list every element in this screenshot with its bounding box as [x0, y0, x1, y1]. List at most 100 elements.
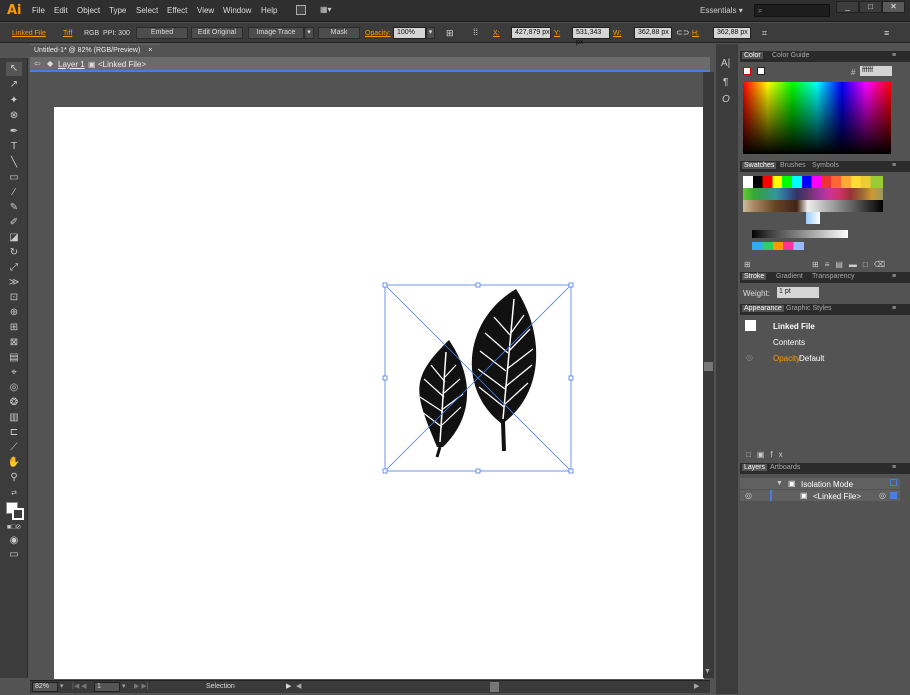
h-label[interactable]: H: — [692, 30, 699, 37]
color-panel-menu-icon[interactable]: ≡ — [892, 52, 896, 59]
line-tool-icon[interactable]: ╲ — [6, 156, 22, 170]
free-transform-tool-icon[interactable]: ⊡ — [6, 291, 22, 305]
stroke-panel-menu-icon[interactable]: ≡ — [892, 273, 896, 280]
menu-effect[interactable]: Effect — [167, 6, 187, 15]
artboard-dropdown-icon[interactable]: ▾ — [122, 682, 126, 690]
isolation-layer-link[interactable]: Layer 1 — [58, 60, 85, 69]
type-tool-icon[interactable]: T — [6, 140, 22, 154]
appearance-opacity-link[interactable]: Opacity: — [773, 354, 802, 363]
close-button[interactable]: ✕ — [882, 1, 905, 13]
scroll-right-icon[interactable]: ▶ — [694, 682, 699, 690]
mesh-tool-icon[interactable]: ⊠ — [6, 336, 22, 350]
swatches-panel-menu-icon[interactable]: ≡ — [892, 162, 896, 169]
vertical-scrollbar[interactable]: ▼ — [703, 72, 714, 678]
layer-row-linked-file[interactable]: ◎ ▣ <Linked File> ◎ — [740, 490, 900, 501]
paragraph-panel-icon[interactable]: ¶ — [723, 77, 728, 88]
tab-color-guide[interactable]: Color Guide — [772, 52, 809, 59]
mask-button[interactable]: Mask — [318, 27, 360, 39]
y-label[interactable]: Y: — [554, 30, 560, 37]
workspace-switcher[interactable]: Essentials ▾ — [700, 6, 743, 15]
edit-original-button[interactable]: Edit Original — [191, 27, 243, 39]
transform-icon[interactable]: ⌗ — [762, 28, 767, 39]
reference-point-icon[interactable]: ⁞⁞ — [473, 27, 478, 37]
menu-view[interactable]: View — [197, 6, 214, 15]
embed-button[interactable]: Embed — [136, 27, 188, 39]
h-input[interactable]: 362,88 px — [713, 27, 751, 39]
search-input[interactable]: ⌕ — [754, 4, 830, 17]
w-input[interactable]: 362,88 px — [634, 27, 672, 39]
color-mode-icons[interactable]: ■□⊘ — [6, 521, 22, 535]
menu-help[interactable]: Help — [261, 6, 277, 15]
current-tool-status[interactable]: Selection — [206, 683, 235, 690]
zoom-input[interactable]: 82% — [32, 682, 58, 692]
scroll-down-icon[interactable]: ▼ — [704, 668, 711, 675]
appearance-panel-menu-icon[interactable]: ≡ — [892, 305, 896, 312]
first-artboard-icon[interactable]: |◀ ◀ — [72, 682, 87, 690]
selection-tool-icon[interactable]: ↖ — [6, 62, 22, 76]
menu-file[interactable]: File — [32, 6, 45, 15]
weight-input[interactable]: 1 pt — [777, 287, 819, 298]
direct-selection-tool-icon[interactable]: ↗ — [6, 78, 22, 92]
perspective-grid-tool-icon[interactable]: ⊞ — [6, 321, 22, 335]
tab-artboards[interactable]: Artboards — [770, 464, 800, 471]
expand-triangle-icon[interactable]: ▼ — [776, 480, 783, 487]
tab-appearance[interactable]: Appearance — [742, 305, 784, 312]
selection-square-icon[interactable] — [890, 492, 897, 499]
layers-panel-menu-icon[interactable]: ≡ — [892, 464, 896, 471]
lasso-tool-icon[interactable]: ⊗ — [6, 109, 22, 123]
column-graph-tool-icon[interactable]: ▥ — [6, 411, 22, 425]
width-tool-icon[interactable]: ≫ — [6, 276, 22, 290]
grayscale-swatch-group[interactable] — [752, 230, 848, 238]
menu-select[interactable]: Select — [136, 6, 158, 15]
image-trace-dropdown[interactable]: ▾ — [304, 27, 314, 39]
constrain-proportions-icon[interactable]: ⊂⊃ — [676, 28, 689, 37]
magic-wand-tool-icon[interactable]: ✦ — [6, 94, 22, 108]
document-tab[interactable]: Untitled-1* @ 82% (RGB/Preview) × — [30, 44, 160, 57]
gradient-tool-icon[interactable]: ▤ — [6, 351, 22, 365]
symbol-sprayer-tool-icon[interactable]: ❂ — [6, 396, 22, 410]
menu-window[interactable]: Window — [223, 6, 251, 15]
appearance-contents[interactable]: Contents — [773, 338, 805, 347]
maximize-button[interactable]: □ — [859, 1, 882, 13]
opacity-link[interactable]: Opacity: — [365, 30, 391, 37]
slice-tool-icon[interactable]: ⟋ — [6, 441, 22, 455]
artboard-tool-icon[interactable]: ⊏ — [6, 426, 22, 440]
none-swatch[interactable] — [743, 67, 751, 75]
rotate-tool-icon[interactable]: ↻ — [6, 246, 22, 260]
blob-brush-tool-icon[interactable]: ✐ — [6, 216, 22, 230]
white-swatch[interactable] — [757, 67, 765, 75]
tab-layers[interactable]: Layers — [742, 464, 768, 471]
swatch-actions-icons[interactable]: ⊞≡▤▬□⌫ — [812, 260, 891, 269]
artboard-number-input[interactable]: 1 — [94, 682, 120, 692]
recolor-icon[interactable]: ⊞ — [446, 28, 454, 39]
color-swatch-group[interactable] — [752, 242, 804, 250]
appearance-actions-icons[interactable]: □▣fx — [746, 450, 789, 459]
blend-tool-icon[interactable]: ◎ — [6, 381, 22, 395]
tab-symbols[interactable]: Symbols — [812, 162, 839, 169]
eraser-tool-icon[interactable]: ◪ — [6, 231, 22, 245]
tab-color[interactable]: Color — [742, 52, 763, 59]
w-label[interactable]: W: — [613, 30, 621, 37]
vertical-scroll-thumb[interactable] — [704, 362, 713, 371]
close-tab-icon[interactable]: × — [148, 47, 152, 54]
arrange-documents-icon[interactable]: ▦▾ — [320, 5, 338, 15]
x-input[interactable]: 427,879 px — [511, 27, 551, 39]
screen-mode-icon[interactable]: ▭ — [6, 548, 22, 562]
linked-file-link[interactable]: Linked File — [12, 30, 46, 37]
opentype-panel-icon[interactable]: O — [722, 94, 730, 105]
rectangle-tool-icon[interactable]: ▭ — [6, 171, 22, 185]
minimize-button[interactable]: _ — [836, 1, 859, 13]
layer-row-isolation[interactable]: ▼ ▣ Isolation Mode — [740, 478, 900, 489]
zoom-tool-icon[interactable]: ⚲ — [6, 471, 22, 485]
next-artboard-icon[interactable]: ▶ ▶| — [134, 682, 149, 690]
stroke-swatch[interactable] — [12, 508, 24, 520]
swatch-libraries-icon[interactable]: ⊞ — [744, 260, 751, 269]
target-icon[interactable] — [890, 479, 897, 486]
hand-tool-icon[interactable]: ✋ — [6, 456, 22, 470]
layer-visibility-eye-icon[interactable]: ◎ — [745, 491, 752, 500]
target-circle-icon[interactable]: ◎ — [879, 491, 886, 500]
eyedropper-tool-icon[interactable]: ⌖ — [6, 366, 22, 380]
x-label[interactable]: X: — [493, 30, 500, 37]
pen-tool-icon[interactable]: ✒ — [6, 125, 22, 139]
character-panel-icon[interactable]: A| — [721, 58, 730, 69]
